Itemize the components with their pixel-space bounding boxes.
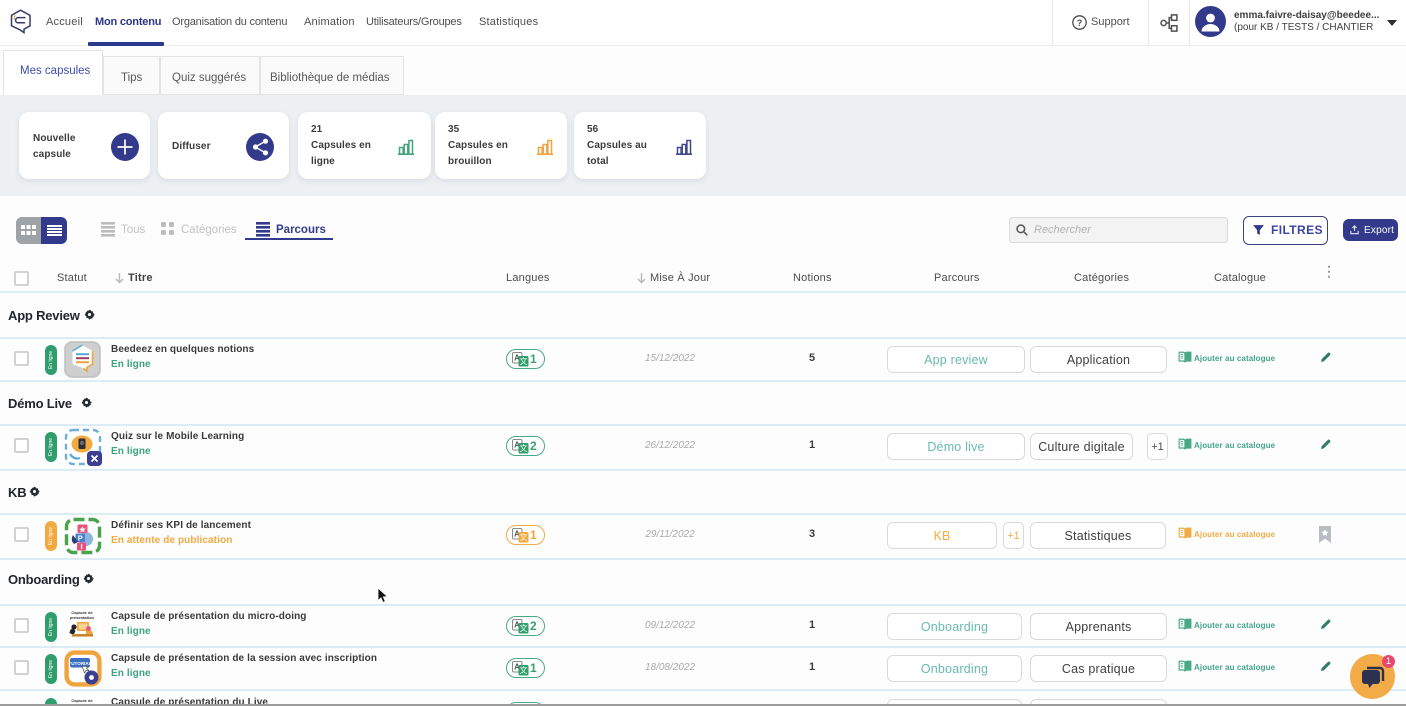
svg-text:TUTORIAL: TUTORIAL — [68, 661, 91, 666]
svg-text:文: 文 — [520, 443, 528, 453]
svg-text:I: I — [80, 542, 82, 551]
svg-text:文: 文 — [520, 356, 528, 366]
svg-text:présentation: présentation — [70, 615, 95, 620]
svg-text:文: 文 — [520, 532, 528, 542]
svg-text:?: ? — [1077, 18, 1083, 28]
svg-text:文: 文 — [520, 665, 528, 675]
svg-text:文: 文 — [520, 623, 528, 633]
